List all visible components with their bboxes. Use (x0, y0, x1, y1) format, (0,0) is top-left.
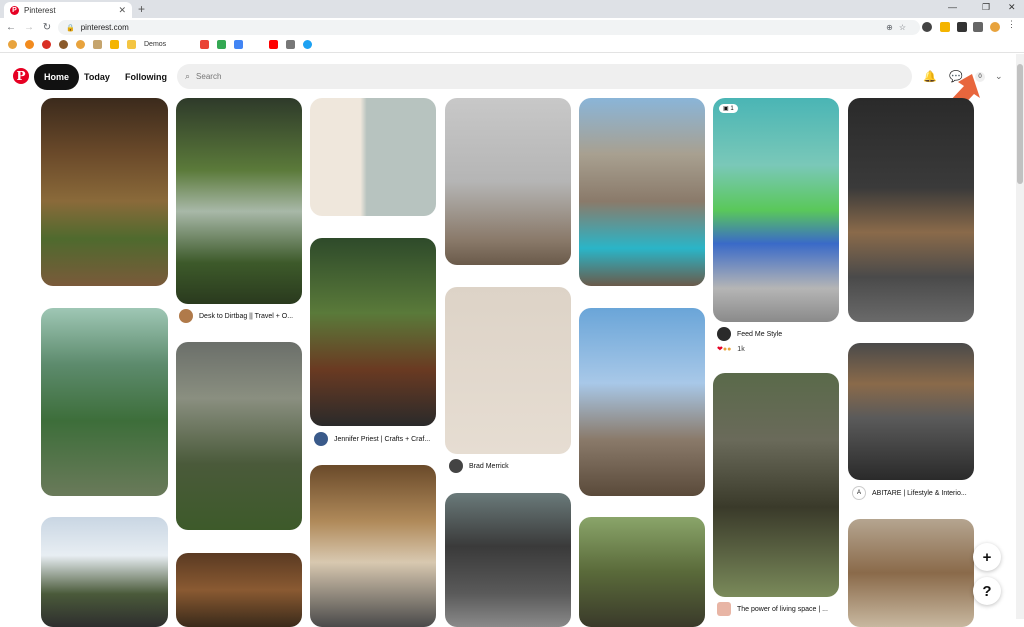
avatar (717, 327, 731, 341)
lock-icon: 🔒 (66, 24, 75, 32)
pin-count: 1 (730, 106, 734, 112)
extension-icon[interactable] (957, 22, 967, 32)
address-bar[interactable]: 🔒 pinterest.com ⊕☆ (58, 20, 920, 35)
bookmark-star-icon[interactable]: ⊕☆ (886, 23, 912, 32)
bookmark-icon[interactable] (234, 40, 244, 49)
close-tab-icon[interactable]: ✕ (118, 5, 126, 16)
new-tab-icon[interactable]: + (138, 2, 145, 16)
bookmark-icon[interactable] (25, 40, 34, 49)
code-icon[interactable] (286, 40, 296, 49)
pin-image[interactable] (310, 98, 436, 216)
close-window-icon[interactable]: ✕ (1008, 2, 1016, 13)
pinterest-favicon-icon: P (10, 5, 19, 15)
pin-source[interactable]: Feed Me Style (717, 327, 782, 341)
pin-image[interactable] (41, 517, 168, 627)
browser-tab[interactable]: P Pinterest ✕ (4, 2, 132, 18)
nav-today[interactable]: Today (84, 64, 110, 90)
forward-icon[interactable]: → (22, 22, 36, 33)
pin-image[interactable] (848, 98, 974, 322)
pin-image[interactable] (445, 287, 571, 454)
bookmark-icon[interactable] (93, 40, 102, 49)
drive-icon[interactable] (217, 40, 227, 49)
pin-image[interactable]: ▣ 1 (713, 98, 839, 322)
pin-source[interactable]: Brad Merrick (449, 459, 509, 473)
avatar (179, 309, 193, 323)
avatar (314, 432, 328, 446)
pin-image[interactable] (176, 342, 302, 530)
pin-image[interactable] (176, 98, 302, 304)
pin-image[interactable] (310, 465, 436, 627)
pin-image[interactable] (41, 98, 168, 286)
add-button[interactable]: + (973, 543, 1001, 571)
pin-source-name: Desk to Dirtbag || Travel + O... (199, 312, 294, 320)
avatar (717, 602, 731, 616)
bookmark-icon[interactable] (76, 40, 85, 49)
restore-icon[interactable]: ❐ (982, 2, 990, 13)
pin-image[interactable] (579, 517, 705, 627)
nav-home[interactable]: Home (34, 64, 80, 90)
search-input[interactable]: ⌕ Search (177, 64, 912, 89)
pin-image[interactable] (41, 308, 168, 496)
pin-source-name: Brad Merrick (469, 462, 509, 470)
pin-image[interactable] (176, 553, 302, 627)
pin-image[interactable] (713, 373, 839, 597)
bookmarks-bar: Demos (0, 37, 1024, 53)
search-placeholder: Search (196, 72, 222, 81)
pin-source[interactable]: Desk to Dirtbag || Travel + O... (179, 309, 293, 323)
extension-icon[interactable] (922, 22, 932, 32)
bar-chart-icon[interactable] (110, 40, 119, 49)
back-icon[interactable]: ← (4, 22, 18, 33)
pin-image[interactable] (445, 493, 571, 627)
bookmark-icon[interactable] (303, 40, 313, 49)
scrollbar[interactable] (1016, 54, 1024, 619)
pin-source-name: The power of living space | ... (737, 605, 828, 613)
nav-following[interactable]: Following (125, 64, 167, 90)
url-text: pinterest.com (80, 23, 129, 32)
pin-image[interactable] (579, 98, 705, 286)
bookmark-icon[interactable] (8, 40, 17, 49)
pin-source-name: Jennifer Priest | Crafts + Craf... (334, 435, 431, 443)
avatar: A (852, 486, 866, 500)
gmail-icon[interactable] (200, 40, 210, 49)
pin-source-name: ABITARE | Lifestyle & Interio... (872, 489, 967, 497)
pin-image[interactable] (579, 308, 705, 496)
bookmark-icon[interactable] (42, 40, 51, 49)
pin-image[interactable] (310, 238, 436, 426)
tab-title: Pinterest (24, 5, 56, 15)
bookmark-demos[interactable]: Demos (144, 41, 166, 48)
extension-icon[interactable] (940, 22, 950, 32)
browser-tabstrip: P Pinterest ✕ + — ❐ ✕ (0, 0, 1024, 18)
help-button[interactable]: ? (973, 577, 1001, 605)
pin-count-badge: ▣ 1 (719, 104, 738, 113)
pinterest-header: P Home Today Following ⌕ Search 🔔 💬 0 ⌄ (0, 60, 1024, 94)
minimize-icon[interactable]: — (948, 2, 957, 12)
bookmark-icon[interactable] (59, 40, 68, 49)
reaction-count: 1k (737, 346, 745, 353)
youtube-icon[interactable] (269, 40, 279, 49)
pin-source[interactable]: Jennifer Priest | Crafts + Craf... (314, 432, 430, 446)
pin-source-name: Feed Me Style (737, 330, 783, 338)
pin-image[interactable] (445, 98, 571, 265)
kebab-menu-icon[interactable]: ⋮ (1007, 19, 1017, 29)
chevron-down-icon[interactable]: ⌄ (995, 71, 1003, 82)
reload-icon[interactable]: ↻ (40, 22, 54, 33)
pin-image[interactable] (848, 343, 974, 480)
pin-image[interactable] (848, 519, 974, 627)
scrollbar-thumb[interactable] (1017, 64, 1023, 184)
search-icon: ⌕ (185, 71, 191, 81)
profile-avatar[interactable] (990, 22, 1000, 32)
folder-icon[interactable] (127, 40, 136, 49)
pin-source[interactable]: The power of living space | ... (717, 602, 828, 616)
laugh-reaction-icon: ● (727, 346, 732, 353)
browser-toolbar: ← → ↻ 🔒 pinterest.com ⊕☆ ⋮ (0, 18, 1024, 37)
avatar (449, 459, 463, 473)
pin-source[interactable]: A ABITARE | Lifestyle & Interio... (852, 486, 967, 500)
pinterest-logo-icon[interactable]: P (13, 68, 29, 84)
reactions[interactable]: ❤●● 1k (717, 345, 745, 353)
puzzle-icon[interactable] (973, 22, 983, 32)
